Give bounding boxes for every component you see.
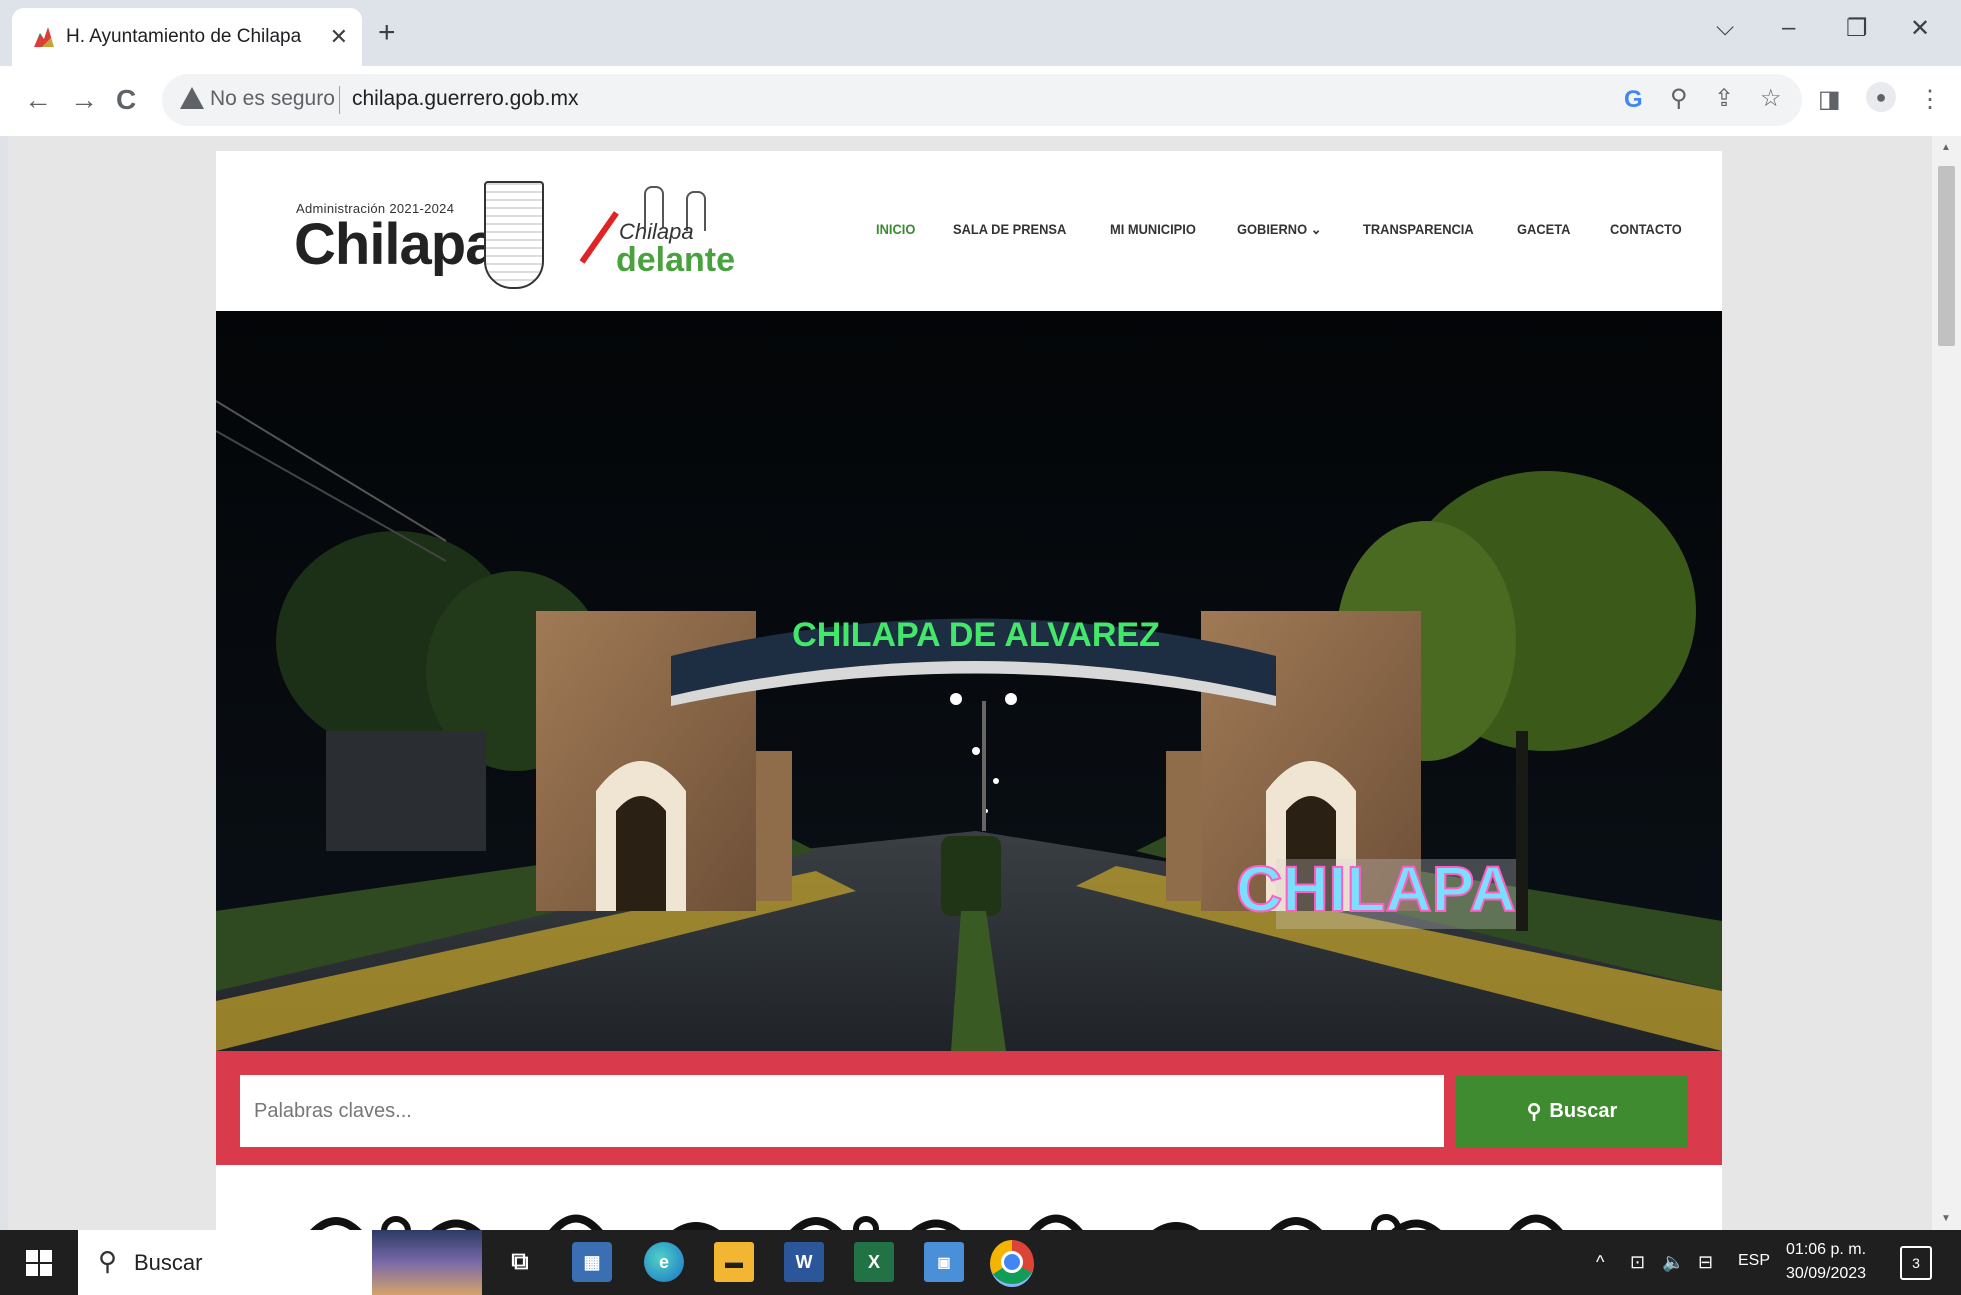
main-nav: INICIO SALA DE PRENSA MI MUNICIPIO GOBIE… (876, 221, 1688, 238)
new-tab-button[interactable]: + (378, 18, 396, 48)
tray-overflow-icon[interactable]: ^ (1596, 1252, 1604, 1273)
site-container: Administración 2021-2024 Chilapa Chilapa… (216, 151, 1722, 1230)
hero-illustration: CHILAPA DE ALVAREZ CHILAPA (216, 311, 1722, 1051)
search-button-label: Buscar (1549, 1099, 1618, 1122)
language-indicator[interactable]: ESP (1738, 1252, 1770, 1270)
calculator-icon[interactable]: ▦ (572, 1242, 612, 1282)
browser-tab-strip: H. Ayuntamiento de Chilapa de ✕ + ⌵ – ❐ … (0, 0, 1961, 66)
page-viewport: Administración 2021-2024 Chilapa Chilapa… (8, 136, 1932, 1230)
warning-icon (180, 87, 204, 109)
notification-center-icon[interactable]: 3 (1900, 1246, 1932, 1280)
nav-item-sala-de-prensa[interactable]: SALA DE PRENSA (953, 221, 1066, 238)
nav-item-contacto[interactable]: CONTACTO (1610, 221, 1682, 238)
url-text[interactable]: chilapa.guerrero.gob.mx (352, 87, 578, 111)
logo-name[interactable]: Chilapa (294, 211, 497, 278)
edge-browser-icon[interactable]: e (644, 1242, 684, 1282)
chrome-icon[interactable] (990, 1240, 1034, 1287)
search-button[interactable]: ⚲ Buscar (1456, 1075, 1688, 1147)
control-panel-icon[interactable]: ▣ (924, 1242, 964, 1282)
file-explorer-icon[interactable]: ▬ (714, 1242, 754, 1282)
clock-time: 01:06 p. m. (1786, 1241, 1867, 1258)
restore-button[interactable]: ❐ (1846, 14, 1868, 43)
nav-item-gobierno[interactable]: GOBIERNO ⌄ (1237, 221, 1322, 238)
task-view-icon[interactable]: ⧉ (500, 1242, 540, 1282)
excel-icon[interactable]: X (854, 1242, 894, 1282)
google-icon[interactable]: G (1624, 86, 1643, 114)
meet-now-icon[interactable]: ⊡ (1630, 1252, 1645, 1273)
back-button[interactable]: ← (24, 84, 52, 116)
red-arrow-icon (579, 211, 619, 264)
tab-search-icon[interactable]: ⌵ (1716, 14, 1734, 42)
chrome-menu-icon[interactable]: ⋮ (1918, 85, 1942, 114)
zoom-icon[interactable]: ⚲ (1670, 84, 1688, 113)
tab-title: H. Ayuntamiento de Chilapa de (66, 26, 306, 47)
hero-image: CHILAPA DE ALVAREZ CHILAPA (216, 311, 1722, 1051)
site-header: Administración 2021-2024 Chilapa Chilapa… (216, 151, 1722, 311)
windows-taskbar: ⚲ Buscar ⧉ ▦ e ▬ W X ▣ ^ ⊡ 🔈 ⊟ ESP 01:06… (0, 1230, 1961, 1295)
search-icon: ⚲ (98, 1246, 118, 1276)
reload-button[interactable]: C (116, 84, 136, 116)
site-favicon-icon (34, 27, 54, 47)
taskbar-clock[interactable]: 01:06 p. m. 30/09/2023 (1786, 1238, 1866, 1286)
browser-tab[interactable]: H. Ayuntamiento de Chilapa de ✕ (12, 8, 362, 66)
taskbar-search-label: Buscar (134, 1250, 203, 1275)
nav-item-transparencia[interactable]: TRANSPARENCIA (1363, 221, 1474, 238)
chilapa-letters-sign: CHILAPA (1236, 853, 1516, 925)
word-icon[interactable]: W (784, 1242, 824, 1282)
municipal-crest-icon (484, 181, 544, 289)
arch-sign-text: CHILAPA DE ALVAREZ (792, 616, 1160, 654)
security-label[interactable]: No es seguro (210, 87, 335, 111)
nav-item-mi-municipio[interactable]: MI MUNICIPIO (1110, 221, 1196, 238)
page-scrollbar[interactable]: ▲ ▼ (1932, 136, 1961, 1230)
close-window-button[interactable]: ✕ (1910, 14, 1930, 43)
tab-close-icon[interactable]: ✕ (330, 23, 348, 51)
scrollbar-thumb[interactable] (1938, 166, 1955, 346)
browser-toolbar: ← → C No es seguro chilapa.guerrero.gob.… (0, 66, 1961, 136)
forward-button[interactable]: → (70, 84, 98, 116)
decorative-pattern (310, 1214, 1563, 1230)
nav-item-inicio[interactable]: INICIO (876, 221, 915, 238)
network-icon[interactable]: ⊟ (1698, 1252, 1713, 1273)
share-icon[interactable]: ⇪ (1714, 84, 1734, 113)
scroll-down-arrow-icon[interactable]: ▼ (1941, 1213, 1951, 1224)
bookmark-star-icon[interactable]: ☆ (1760, 84, 1782, 113)
chilapa-adelante-logo: Chilapa delante (574, 181, 735, 291)
search-highlight-image (372, 1230, 482, 1295)
minimize-button[interactable]: – (1782, 14, 1795, 42)
volume-icon[interactable]: 🔈 (1662, 1252, 1684, 1273)
side-panel-icon[interactable]: ◨ (1818, 85, 1841, 114)
taskbar-search-box[interactable]: ⚲ Buscar (78, 1230, 482, 1295)
logo-slogan-text: delante (616, 241, 736, 279)
nav-item-gaceta[interactable]: GACETA (1517, 221, 1570, 238)
scroll-up-arrow-icon[interactable]: ▲ (1941, 142, 1951, 153)
clock-date: 30/09/2023 (1786, 1265, 1867, 1282)
windows-start-icon[interactable] (26, 1250, 52, 1276)
omnibox-separator (339, 86, 340, 114)
search-icon: ⚲ (1526, 1100, 1542, 1123)
search-band: ⚲ Buscar (216, 1051, 1722, 1165)
address-bar[interactable]: No es seguro chilapa.guerrero.gob.mx G ⚲… (162, 74, 1802, 126)
profile-avatar-icon[interactable]: ● (1866, 82, 1896, 112)
keyword-search-input[interactable] (240, 1075, 1444, 1147)
